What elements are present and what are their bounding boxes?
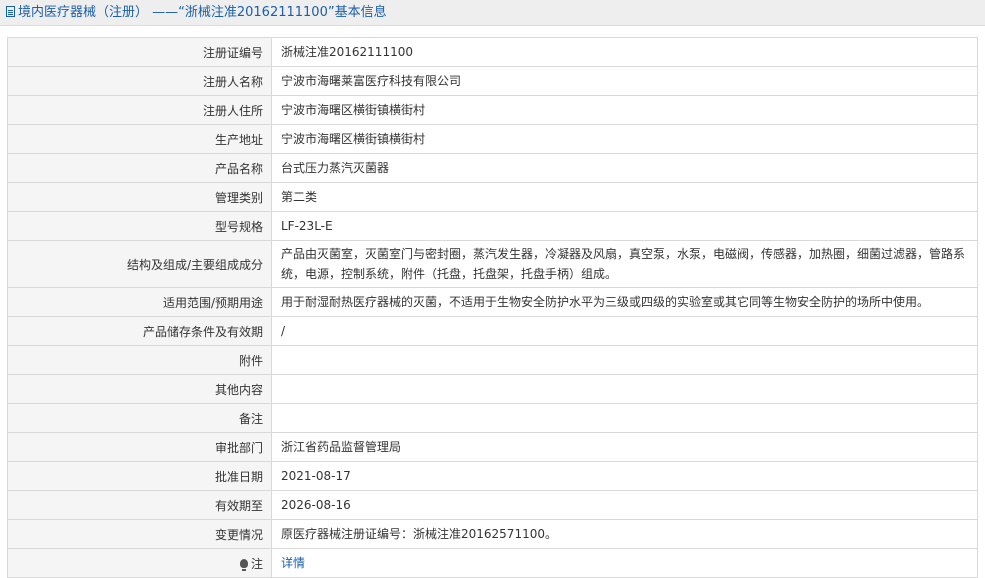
row-label: 生产地址 [8,125,272,153]
note-label-text: 注 [250,556,263,571]
table-row: 变更情况 原医疗器械注册证编号：浙械注准20162571100。 [8,520,978,549]
row-label: 管理类别 [8,183,272,211]
row-label: 审批部门 [8,433,272,461]
row-label: 产品储存条件及有效期 [8,317,272,345]
row-label: 批准日期 [8,462,272,490]
table-row: 备注 [8,404,978,433]
page-title: 境内医疗器械（注册） ——“浙械注准20162111100”基本信息 [18,5,387,20]
table-row: 审批部门 浙江省药品监督管理局 [8,433,978,462]
table-row: 适用范围/预期用途 用于耐湿耐热医疗器械的灭菌，不适用于生物安全防护水平为三级或… [8,288,978,317]
row-label: 其他内容 [8,375,272,403]
table-row: 产品名称 台式压力蒸汽灭菌器 [8,154,978,183]
table-row: 生产地址 宁波市海曙区横街镇横街村 [8,125,978,154]
row-label: 注册人住所 [8,96,272,124]
table-row: 注册人住所 宁波市海曙区横街镇横街村 [8,96,978,125]
row-label: 注册人名称 [8,67,272,95]
table-row: 结构及组成/主要组成成分 产品由灭菌室，灭菌室门与密封圈，蒸汽发生器，冷凝器及风… [8,241,978,288]
row-value [272,404,978,432]
note-value: 详情 [272,549,978,577]
row-value: 2021-08-17 [272,462,978,490]
document-icon [6,6,15,17]
row-label: 备注 [8,404,272,432]
lightbulb-icon [239,558,248,571]
table-row: 注册人名称 宁波市海曙莱富医疗科技有限公司 [8,67,978,96]
table-row: 型号规格 LF-23L-E [8,212,978,241]
table-row: 有效期至 2026-08-16 [8,491,978,520]
row-value: / [272,317,978,345]
details-link[interactable]: 详情 [281,553,305,573]
row-label: 变更情况 [8,520,272,548]
row-value: 2026-08-16 [272,491,978,519]
note-label: 注 [8,549,272,577]
row-value: 宁波市海曙莱富医疗科技有限公司 [272,67,978,95]
row-value: 浙江省药品监督管理局 [272,433,978,461]
table-row: 其他内容 [8,375,978,404]
row-label: 附件 [8,346,272,374]
note-row: 注 详情 [8,549,978,578]
row-value: 第二类 [272,183,978,211]
page-header: 境内医疗器械（注册） ——“浙械注准20162111100”基本信息 [0,0,985,26]
row-label: 型号规格 [8,212,272,240]
table-row: 批准日期 2021-08-17 [8,462,978,491]
row-value: 宁波市海曙区横街镇横街村 [272,125,978,153]
table-row: 管理类别 第二类 [8,183,978,212]
info-table: 注册证编号 浙械注准20162111100 注册人名称 宁波市海曙莱富医疗科技有… [7,37,978,578]
row-value: 用于耐湿耐热医疗器械的灭菌，不适用于生物安全防护水平为三级或四级的实验室或其它同… [272,288,978,316]
row-label: 产品名称 [8,154,272,182]
row-value: LF-23L-E [272,212,978,240]
row-value: 台式压力蒸汽灭菌器 [272,154,978,182]
row-label: 适用范围/预期用途 [8,288,272,316]
row-value: 宁波市海曙区横街镇横街村 [272,96,978,124]
table-row: 注册证编号 浙械注准20162111100 [8,38,978,67]
table-row: 附件 [8,346,978,375]
row-value [272,375,978,403]
row-value [272,346,978,374]
row-label: 注册证编号 [8,38,272,66]
table-row: 产品储存条件及有效期 / [8,317,978,346]
row-value: 原医疗器械注册证编号：浙械注准20162571100。 [272,520,978,548]
row-label: 结构及组成/主要组成成分 [8,241,272,287]
row-value: 浙械注准20162111100 [272,38,978,66]
row-label: 有效期至 [8,491,272,519]
row-value: 产品由灭菌室，灭菌室门与密封圈，蒸汽发生器，冷凝器及风扇，真空泵，水泵，电磁阀，… [272,241,978,287]
